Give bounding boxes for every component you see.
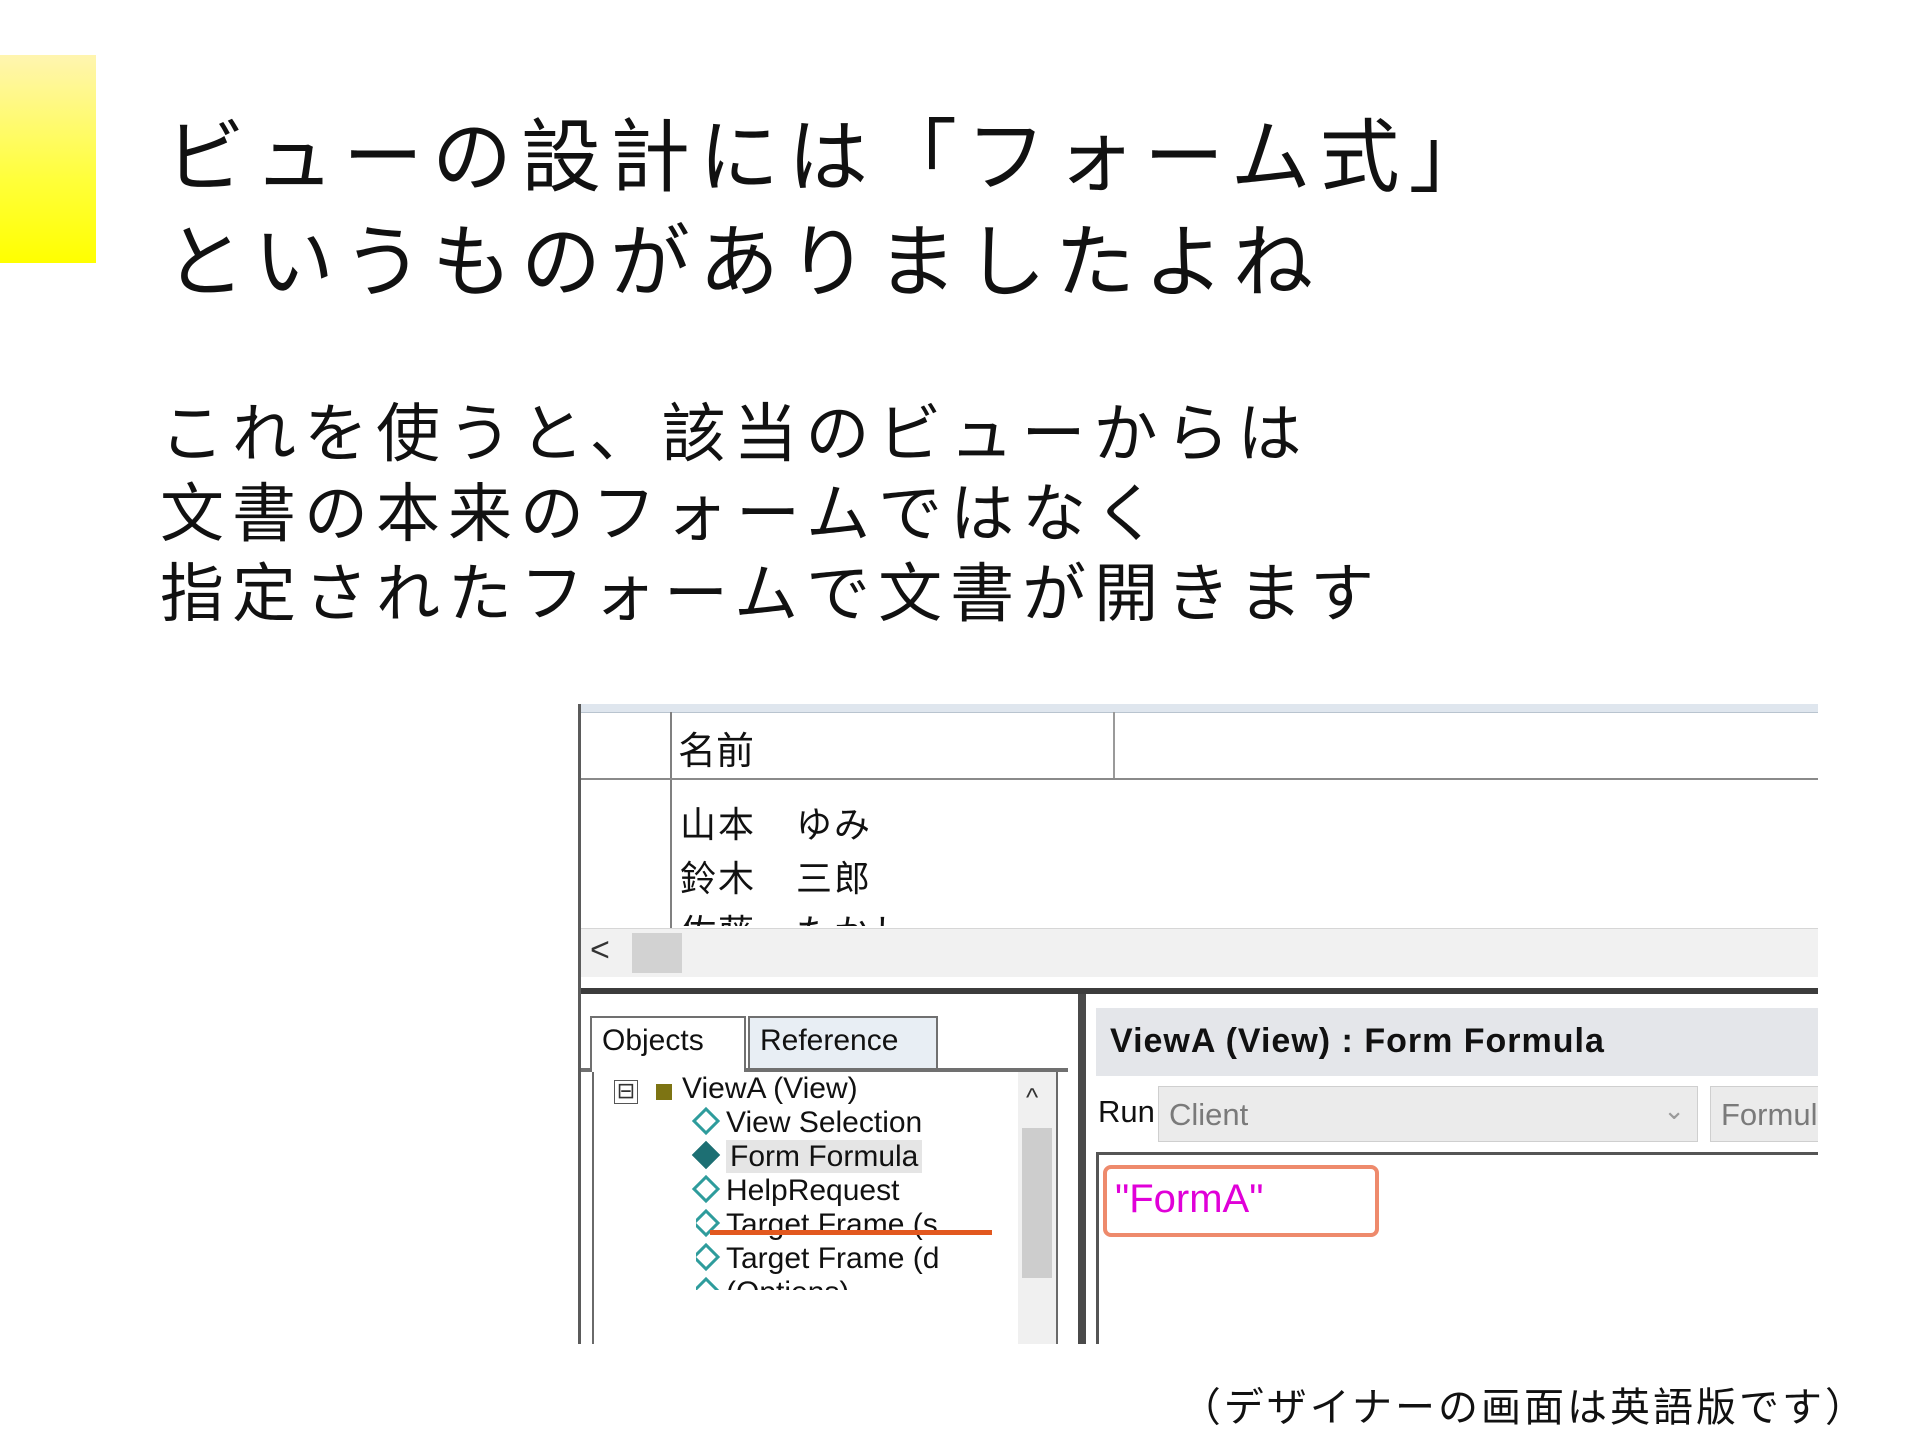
last-name: 佐藤 <box>680 912 756 926</box>
formula-highlight-box <box>1103 1165 1379 1237</box>
scroll-thumb[interactable] <box>632 933 682 973</box>
first-name: ゆみ <box>796 804 873 845</box>
tree-item-target-frame-single[interactable]: Target Frame (s <box>696 1208 1016 1242</box>
tab-reference[interactable]: Reference <box>748 1016 938 1068</box>
tree-root-label: ViewA (View) <box>682 1072 858 1105</box>
body-line-2: 文書の本来のフォームではなく <box>160 478 1167 552</box>
caption: （デザイナーの画面は英語版です） <box>1180 1385 1868 1431</box>
tree-item-label: View Selection <box>726 1106 923 1139</box>
preview-top-strip <box>578 704 1818 713</box>
list-item[interactable]: 鈴木 三郎 <box>680 850 872 902</box>
formula-title-bar: ViewA (View) : Form Formula <box>1096 1008 1818 1076</box>
slide-body: これを使うと、該当のビューからは 文書の本来のフォームではなく 指定されたフォー… <box>160 395 1382 635</box>
column-separator <box>1113 712 1115 778</box>
view-preview: 名前 山本ゆみ 鈴木三郎 佐藤 たかし < <box>578 704 1818 994</box>
formula-title: ViewA (View) : Form Formula <box>1110 1022 1605 1060</box>
tree-item-label: Form Formula <box>726 1140 923 1173</box>
form-formula-underline <box>710 1230 992 1235</box>
formula-editor[interactable]: "FormA" <box>1096 1152 1818 1344</box>
tree-item-label: (Options) <box>726 1276 849 1290</box>
list-item[interactable]: 佐藤 たかし <box>680 904 910 926</box>
chevron-down-icon: ⌄ <box>1663 1095 1685 1125</box>
run-label: Run <box>1098 1094 1155 1129</box>
tree-item-label: Target Frame (s <box>726 1208 938 1241</box>
slide-title: ビューの設計には「フォーム式」 というものがありましたよね <box>165 105 1498 315</box>
tree-item-helprequest[interactable]: HelpRequest <box>691 1174 900 1208</box>
vertical-splitter[interactable] <box>1078 994 1086 1344</box>
formula-pane: ViewA (View) : Form Formula Run Client ⌄… <box>1086 994 1818 1344</box>
tree-item-form-formula[interactable]: Form Formula <box>691 1140 923 1174</box>
tab-objects[interactable]: Objects <box>590 1016 746 1072</box>
column-header-name[interactable]: 名前 <box>678 720 754 775</box>
diamond-outline-icon <box>696 1276 721 1290</box>
diamond-outline-icon <box>696 1242 721 1272</box>
title-line-2: というものがありましたよね <box>165 216 1322 309</box>
diamond-outline-icon <box>691 1174 721 1204</box>
tree-item-options[interactable]: (Options) <box>696 1276 849 1290</box>
list-item[interactable]: 山本 ゆみ <box>680 796 872 848</box>
tree-item-label: Target Frame (d <box>726 1242 940 1275</box>
header-rule <box>578 778 1818 780</box>
last-name: 山本 <box>680 804 757 845</box>
scroll-thumb[interactable] <box>1022 1128 1052 1278</box>
tree-vertical-scrollbar[interactable]: ^ <box>1018 1072 1056 1344</box>
tree-item-view-selection[interactable]: View Selection <box>691 1106 923 1140</box>
column-separator <box>670 712 672 934</box>
view-icon <box>656 1084 672 1100</box>
run-select-value: Client <box>1169 1097 1249 1132</box>
objects-pane: Reference Objects ⊟ ViewA (View) View Se… <box>578 994 1078 1344</box>
screenshot-left-border <box>578 704 581 1344</box>
objects-tree: ⊟ ViewA (View) View Selection Form Formu… <box>592 1072 1058 1344</box>
type-select-value: Formula <box>1721 1097 1818 1132</box>
accent-bar <box>0 55 96 263</box>
expander-icon[interactable]: ⊟ <box>614 1080 638 1104</box>
first-name: たかし <box>796 912 910 926</box>
diamond-filled-icon <box>691 1140 721 1170</box>
scroll-up-icon[interactable]: ^ <box>1026 1082 1038 1113</box>
body-line-3: 指定されたフォームで文書が開きます <box>160 558 1383 632</box>
title-line-1: ビューの設計には「フォーム式」 <box>165 111 1498 204</box>
type-select[interactable]: Formula <box>1710 1086 1818 1142</box>
diamond-outline-icon <box>691 1106 721 1136</box>
run-select[interactable]: Client ⌄ <box>1158 1086 1698 1142</box>
first-name: 三郎 <box>796 858 873 899</box>
tree-item-target-frame-double[interactable]: Target Frame (d <box>696 1242 1016 1276</box>
horizontal-scrollbar[interactable]: < <box>578 928 1818 977</box>
last-name: 鈴木 <box>680 858 757 899</box>
body-line-1: これを使うと、該当のビューからは <box>160 398 1310 472</box>
tree-item-label: HelpRequest <box>726 1174 900 1207</box>
scroll-left-icon[interactable]: < <box>590 931 610 970</box>
designer-screenshot: 名前 山本ゆみ 鈴木三郎 佐藤 たかし < Reference Objects ⊟… <box>578 704 1818 1344</box>
